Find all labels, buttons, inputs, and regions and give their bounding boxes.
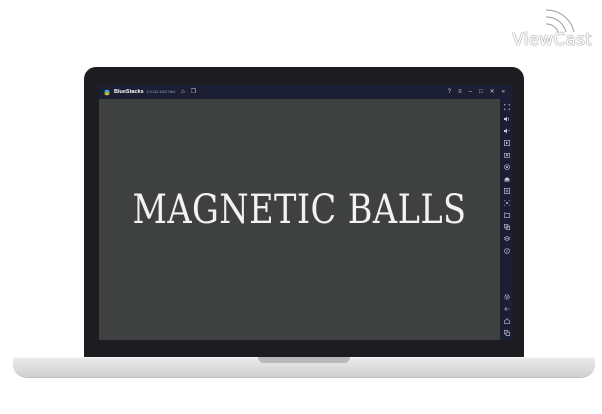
wifi-waves-icon [545,8,576,32]
viewcast-watermark: ViewCast [502,6,592,50]
volume-up-icon[interactable] [503,115,511,123]
minimize-icon[interactable]: – [469,89,472,95]
recent-apps-icon[interactable] [503,329,511,337]
help-icon[interactable]: ? [448,89,451,95]
close-icon[interactable]: ✕ [490,89,495,95]
install-apk-icon[interactable] [503,175,511,183]
folder-icon[interactable] [503,211,511,219]
game-title: MAGNETIC BALLS [132,187,467,233]
home-icon[interactable] [503,317,511,325]
play-icon[interactable] [503,139,511,147]
app-name: BlueStacks [114,89,144,95]
watermark-text: ViewCast [512,30,592,50]
copy-icon[interactable] [503,223,511,231]
app-version: 5.9.110.1002 N64 [146,90,175,94]
bluestacks-window: BlueStacks 5.9.110.1002 N64 ⌂ ❐ ? ≡ – □ … [99,85,513,340]
multi-instance-icon[interactable]: ❐ [191,89,196,95]
screenshot-icon[interactable] [503,151,511,159]
screen-capture-icon[interactable] [503,199,511,207]
maximize-icon[interactable]: □ [479,89,483,95]
menu-icon[interactable]: ≡ [458,89,462,95]
home-icon[interactable]: ⌂ [181,89,185,95]
settings-icon[interactable] [503,293,511,301]
bluestacks-logo-icon [104,89,110,96]
right-sidebar [500,99,513,340]
macro-icon[interactable] [503,187,511,195]
record-icon[interactable] [503,163,511,171]
collapse-sidebar-icon[interactable]: « [502,89,505,95]
layers-icon[interactable] [503,235,511,243]
game-viewport[interactable]: MAGNETIC BALLS [99,99,500,340]
volume-down-icon[interactable] [503,127,511,135]
eco-mode-icon[interactable] [503,247,511,255]
fullscreen-icon[interactable] [503,103,511,111]
laptop-notch [258,357,350,363]
back-icon[interactable] [503,305,511,313]
title-bar: BlueStacks 5.9.110.1002 N64 ⌂ ❐ ? ≡ – □ … [99,85,513,99]
